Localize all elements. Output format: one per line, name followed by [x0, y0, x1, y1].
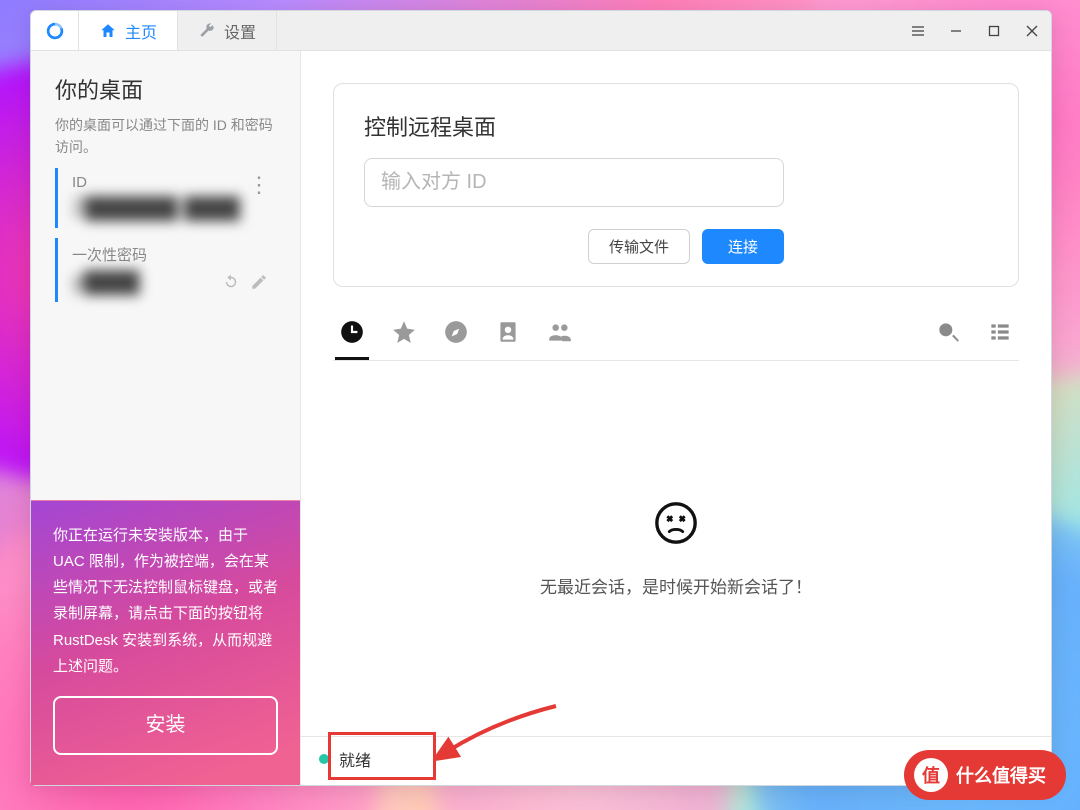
connect-button[interactable]: 连接 — [702, 229, 784, 264]
id-menu-button[interactable]: ⋮ — [248, 174, 270, 196]
install-notice-text: 你正在运行未安装版本，由于 UAC 限制，作为被控端，会在某些情况下无法控制鼠标… — [53, 523, 278, 681]
password-label: 一次性密码 — [72, 244, 276, 265]
watermark-badge: 值 什么值得买 — [904, 750, 1066, 800]
session-tabs — [301, 287, 1051, 350]
remote-id-input[interactable] — [364, 158, 784, 207]
tab-settings-label: 设置 — [224, 19, 256, 43]
your-desktop-title: 你的桌面 — [55, 73, 276, 105]
install-button[interactable]: 安装 — [53, 696, 278, 755]
recent-tab[interactable] — [339, 319, 365, 350]
empty-message: 无最近会话，是时候开始新会话了！ — [540, 573, 812, 598]
password-field: 一次性密码 y▇▇▇ — [55, 238, 276, 302]
title-bar: 主页 设置 — [31, 11, 1051, 51]
home-icon — [99, 22, 117, 40]
tab-home[interactable]: 主页 — [79, 11, 178, 50]
tab-settings[interactable]: 设置 — [178, 11, 277, 50]
favorite-tab[interactable] — [391, 319, 417, 350]
watermark-ball-icon: 值 — [914, 758, 948, 792]
refresh-password-icon[interactable] — [222, 273, 240, 296]
search-button[interactable] — [935, 319, 961, 350]
main-pane: 控制远程桌面 传输文件 连接 — [301, 51, 1051, 785]
remote-connect-card: 控制远程桌面 传输文件 连接 — [333, 83, 1019, 287]
close-button[interactable] — [1013, 11, 1051, 51]
id-label: ID — [72, 174, 276, 191]
wrench-icon — [198, 22, 216, 40]
edit-password-icon[interactable] — [250, 273, 268, 296]
content-area: 你的桌面 你的桌面可以通过下面的 ID 和密码访问。 ID 2▇▇▇▇▇ ▇▇▇… — [31, 51, 1051, 785]
your-desktop-subtitle: 你的桌面可以通过下面的 ID 和密码访问。 — [55, 115, 276, 158]
window-controls — [937, 11, 1051, 50]
transfer-file-button[interactable]: 传输文件 — [588, 229, 690, 264]
address-book-tab[interactable] — [495, 319, 521, 350]
app-window: 主页 设置 你的桌面 你的桌面可以通过下面的 ID 和密码访问。 ID — [30, 10, 1052, 786]
id-field: ID 2▇▇▇▇▇ ▇▇▇ ⋮ — [55, 168, 276, 228]
group-tab[interactable] — [547, 319, 573, 350]
discover-tab[interactable] — [443, 319, 469, 350]
watermark-text: 什么值得买 — [956, 762, 1046, 788]
menu-icon[interactable] — [899, 11, 937, 50]
empty-state: 无最近会话，是时候开始新会话了！ — [301, 361, 1051, 736]
list-view-button[interactable] — [987, 319, 1013, 350]
id-value[interactable]: 2▇▇▇▇▇ ▇▇▇ — [72, 193, 276, 222]
maximize-button[interactable] — [975, 11, 1013, 51]
dead-face-icon — [653, 500, 699, 551]
install-notice: 你正在运行未安装版本，由于 UAC 限制，作为被控端，会在某些情况下无法控制鼠标… — [31, 500, 300, 786]
status-text: 就绪 — [339, 747, 371, 771]
app-logo-icon — [31, 11, 79, 50]
sidebar: 你的桌面 你的桌面可以通过下面的 ID 和密码访问。 ID 2▇▇▇▇▇ ▇▇▇… — [31, 51, 301, 785]
status-dot-icon — [319, 754, 329, 764]
tab-home-label: 主页 — [125, 19, 157, 43]
remote-card-title: 控制远程桌面 — [364, 110, 988, 142]
minimize-button[interactable] — [937, 11, 975, 51]
